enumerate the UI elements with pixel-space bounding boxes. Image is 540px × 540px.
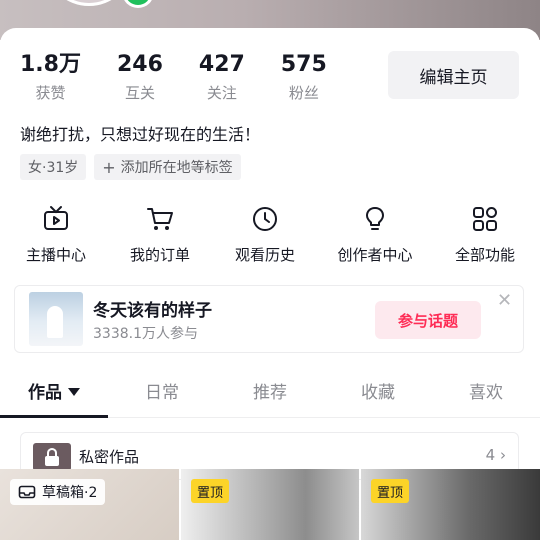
stat-value: 427 <box>198 52 245 77</box>
bio-text: 谢绝打扰，只想过好现在的生活！ <box>20 125 261 144</box>
stat-label: 粉丝 <box>288 84 319 102</box>
video-cell[interactable]: 置顶 <box>361 469 540 540</box>
draft-badge: 草稿箱·2 <box>10 479 106 505</box>
tool-label: 创作者中心 <box>337 246 413 264</box>
topic-participants: 3338.1万人参与 <box>93 326 198 342</box>
join-topic-button[interactable]: 参与话题 <box>375 301 481 339</box>
stat-label: 互关 <box>124 84 155 102</box>
cart-icon <box>147 208 173 230</box>
bulb-icon <box>366 207 384 230</box>
stat-likes[interactable]: 1.8万 获赞 <box>20 52 81 103</box>
tab-works[interactable]: 作品 <box>0 378 108 403</box>
lock-icon <box>45 447 59 466</box>
tab-likes[interactable]: 喜欢 <box>432 378 540 403</box>
tab-favorites[interactable]: 收藏 <box>324 378 432 403</box>
caret-down-icon <box>68 388 80 396</box>
stat-following[interactable]: 427 关注 <box>199 52 245 103</box>
gender-age-tag[interactable]: 女·31岁 <box>20 154 87 180</box>
tool-label: 我的订单 <box>129 246 190 264</box>
active-tab-indicator <box>0 415 108 418</box>
topic-banner[interactable]: 冬天该有的样子 3338.1万人参与 参与话题 ✕ <box>14 285 524 353</box>
draft-label: 草稿箱·2 <box>42 485 98 501</box>
edit-profile-button[interactable]: 编辑主页 <box>388 51 519 99</box>
tool-watch-history[interactable]: 观看历史 <box>210 204 320 265</box>
stats-row: 1.8万 获赞 246 互关 427 关注 575 粉丝 <box>20 52 363 103</box>
stat-label: 获赞 <box>35 84 66 102</box>
tools-row: 主播中心 我的订单 观看历史 创作者中心 全部功能 <box>0 204 540 274</box>
close-icon[interactable]: ✕ <box>497 290 512 311</box>
plus-icon: + <box>102 157 116 177</box>
stat-mutual[interactable]: 246 互关 <box>117 52 163 103</box>
figure-shape <box>47 306 63 338</box>
stat-value: 246 <box>116 52 163 77</box>
stat-label: 关注 <box>206 84 237 102</box>
chevron-right-icon: › <box>500 446 506 464</box>
tool-all-features[interactable]: 全部功能 <box>430 204 540 265</box>
tool-label: 主播中心 <box>25 246 86 264</box>
topic-title: 冬天该有的样子 <box>93 301 212 321</box>
tab-daily[interactable]: 日常 <box>108 378 216 403</box>
tab-recommend[interactable]: 推荐 <box>216 378 324 403</box>
tool-label: 全部功能 <box>454 246 515 264</box>
tool-creator-center[interactable]: 创作者中心 <box>320 204 430 265</box>
tool-label: 观看历史 <box>234 246 295 264</box>
profile-card: 1.8万 获赞 246 互关 427 关注 575 粉丝 编辑主页 谢绝打扰，只… <box>0 28 540 540</box>
video-cell[interactable]: 置顶 <box>181 469 359 540</box>
stat-value: 1.8万 <box>20 52 81 77</box>
private-works-count: 4 › <box>486 446 506 464</box>
content-tabs: 作品 日常 推荐 收藏 喜欢 <box>0 368 540 418</box>
tags-row: 女·31岁 + 添加所在地等标签 <box>20 154 249 180</box>
stat-value: 575 <box>280 52 327 77</box>
tool-streamer-center[interactable]: 主播中心 <box>1 204 111 265</box>
tv-icon <box>44 206 68 230</box>
count-value: 4 <box>485 446 496 464</box>
tab-label: 作品 <box>28 383 62 403</box>
grid-icon <box>473 207 497 231</box>
pinned-badge: 置顶 <box>191 479 230 503</box>
tag-label: 添加所在地等标签 <box>120 160 233 176</box>
tool-my-orders[interactable]: 我的订单 <box>105 204 215 265</box>
private-works-label: 私密作品 <box>79 448 140 466</box>
private-thumbnail <box>33 443 71 471</box>
clock-icon <box>253 207 277 231</box>
draft-cell[interactable]: 草稿箱·2 <box>0 469 179 540</box>
tag-label: 女·31岁 <box>28 160 79 176</box>
works-grid: 草稿箱·2 置顶 置顶 <box>0 469 540 540</box>
stat-followers[interactable]: 575 粉丝 <box>281 52 327 103</box>
draft-box-icon <box>18 485 36 499</box>
add-tag-button[interactable]: + 添加所在地等标签 <box>94 154 241 180</box>
pinned-badge: 置顶 <box>371 479 410 503</box>
topic-thumbnail <box>29 292 83 346</box>
